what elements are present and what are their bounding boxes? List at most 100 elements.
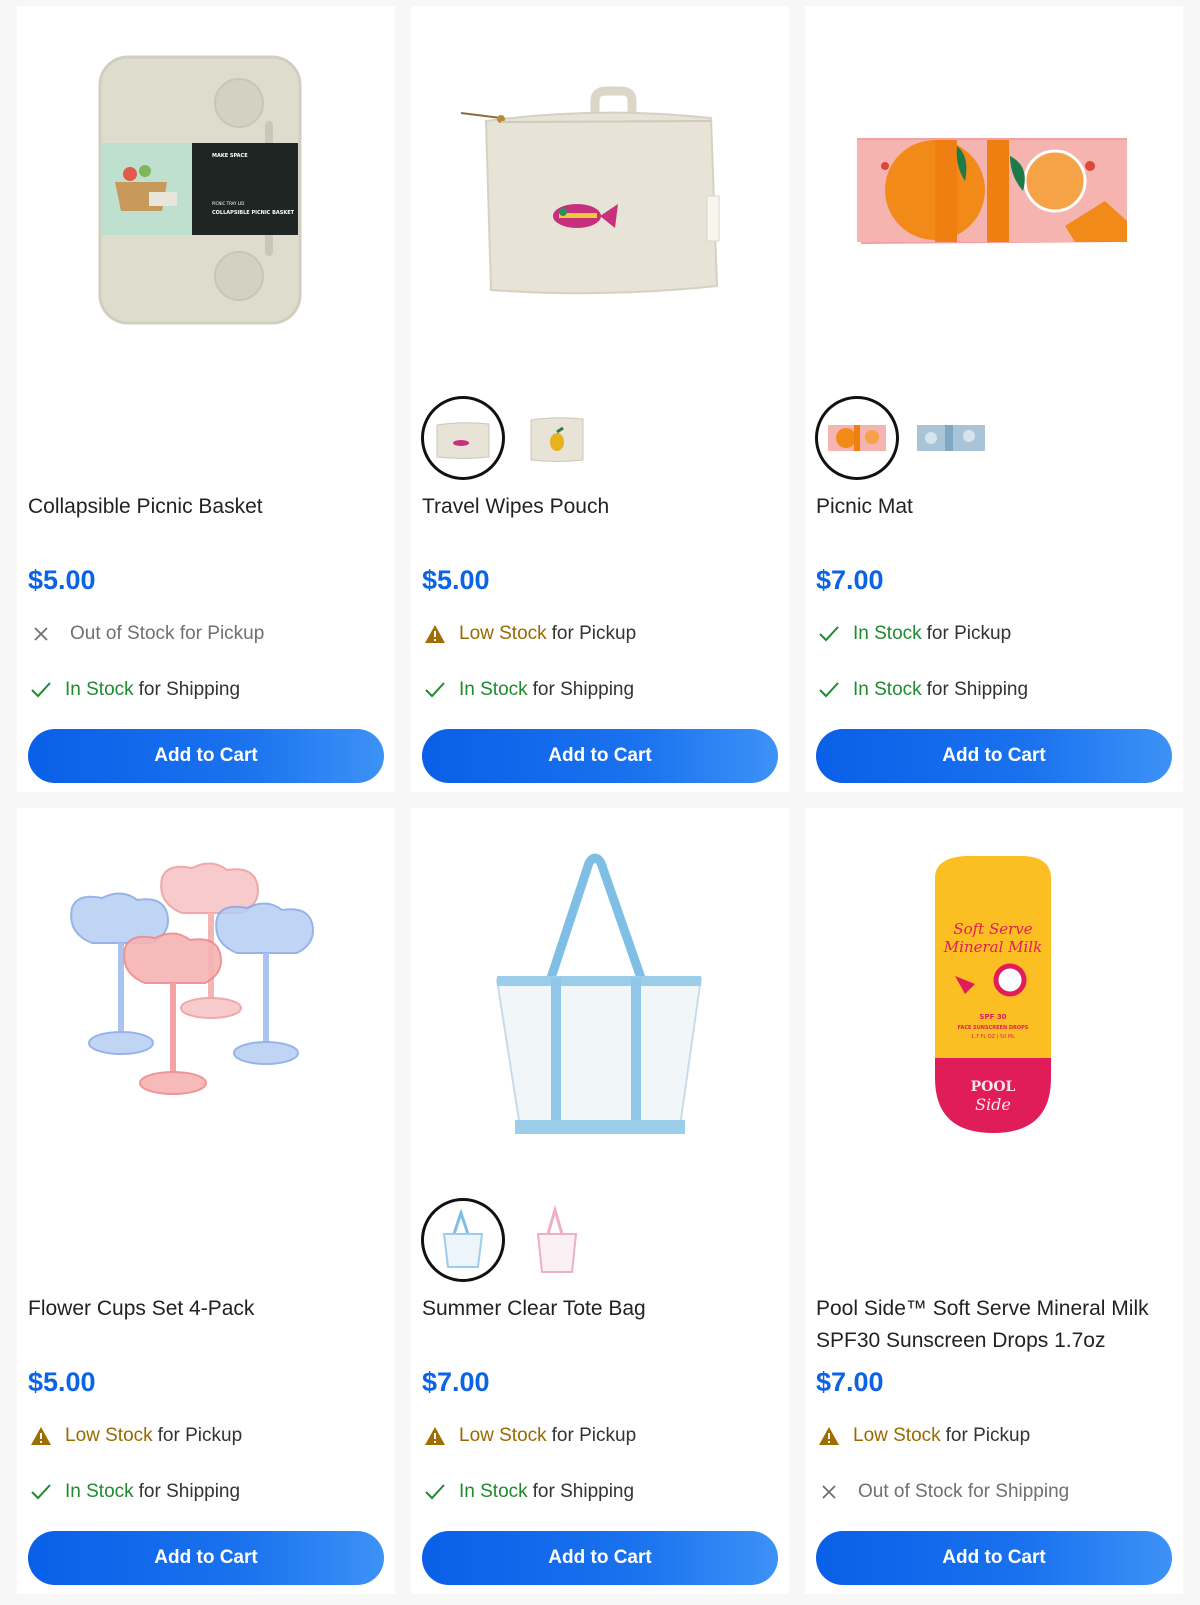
product-grid: MAKE SPACE PICNIC TRAY LID COLLAPSIBLE P… [0,0,1200,1605]
stock-status: Low Stock [459,623,547,644]
bottle-label: SPF 30 [979,1013,1006,1021]
stock-suffix: for Pickup [926,623,1012,644]
product-card: MAKE SPACE PICNIC TRAY LID COLLAPSIBLE P… [17,6,395,792]
product-title[interactable]: Pool Side™ Soft Serve Mineral Milk SPF30… [816,1293,1172,1357]
lemon-pouch-swatch-icon [530,417,584,462]
swatch-option[interactable] [421,396,505,480]
stock-suffix: for Pickup [945,1425,1031,1446]
product-price: $5.00 [28,565,96,595]
bottle-label: Mineral Milk [943,938,1042,956]
checkmark-icon [422,1479,448,1505]
stock-suffix: for Pickup [551,1425,637,1446]
stock-status: In Stock [853,679,922,700]
stock-status: Low Stock [853,1425,941,1446]
stock-suffix: for Pickup [551,623,637,644]
blue-tote-swatch-icon [442,1209,484,1268]
product-card: Travel Wipes Pouch $5.00 Low Stock for P… [411,6,789,792]
warning-icon [816,1423,842,1449]
shipping-availability: In Stock for Shipping [28,675,240,705]
checkmark-icon [816,677,842,703]
product-image[interactable] [17,808,395,1178]
checkmark-icon [28,677,54,703]
checkmark-icon [816,621,842,647]
close-icon [28,621,54,647]
shipping-availability: In Stock for Shipping [422,1477,634,1507]
pickup-availability: In Stock for Pickup [816,619,1011,649]
product-price: $7.00 [816,1367,884,1397]
add-to-cart-button[interactable]: Add to Cart [422,1531,778,1585]
color-swatches [421,396,599,480]
product-image[interactable] [805,6,1183,376]
product-image[interactable] [411,808,789,1178]
add-to-cart-button[interactable]: Add to Cart [816,1531,1172,1585]
stock-suffix: for Shipping [926,679,1029,700]
stock-suffix: Out of Stock for Pickup [70,623,265,644]
add-to-cart-button[interactable]: Add to Cart [816,729,1172,783]
add-to-cart-button[interactable]: Add to Cart [28,1531,384,1585]
product-title[interactable]: Travel Wipes Pouch [422,491,778,523]
pink-tote-swatch-icon [536,1204,578,1273]
fish-pouch-swatch-icon [436,422,490,459]
product-image[interactable]: Soft Serve Mineral Milk SPF 30 FACE SUNS… [805,808,1183,1178]
product-price: $7.00 [816,565,884,595]
stock-status: Low Stock [459,1425,547,1446]
product-title[interactable]: Flower Cups Set 4-Pack [28,1293,384,1325]
shipping-availability: In Stock for Shipping [28,1477,240,1507]
stock-suffix: for Shipping [138,1481,241,1502]
package-label: MAKE SPACE [212,153,248,159]
stock-status: In Stock [65,1481,134,1502]
product-card: Picnic Mat $7.00 In Stock for Pickup In … [805,6,1183,792]
warning-icon [28,1423,54,1449]
warning-icon [422,621,448,647]
shipping-availability: In Stock for Shipping [422,675,634,705]
stock-suffix: for Shipping [138,679,241,700]
pickup-availability: Out of Stock for Pickup [28,619,264,649]
stock-suffix: for Shipping [532,1481,635,1502]
bottle-brand: POOL [971,1079,1016,1095]
shipping-availability: Out of Stock for Shipping [816,1477,1069,1507]
color-swatches [815,396,993,480]
pickup-availability: Low Stock for Pickup [422,619,636,649]
swatch-option[interactable] [515,1198,599,1282]
stock-status: In Stock [459,679,528,700]
stock-status: In Stock [853,623,922,644]
checkmark-icon [28,1479,54,1505]
product-card: Flower Cups Set 4-Pack $5.00 Low Stock f… [17,808,395,1594]
product-title[interactable]: Summer Clear Tote Bag [422,1293,778,1325]
warning-icon [422,1423,448,1449]
checkmark-icon [422,677,448,703]
product-title[interactable]: Picnic Mat [816,491,1172,523]
package-label: COLLAPSIBLE PICNIC BASKET [212,210,295,216]
swatch-option[interactable] [515,396,599,480]
stock-status: In Stock [459,1481,528,1502]
stock-suffix: Out of Stock for Shipping [858,1481,1070,1502]
pickup-availability: Low Stock for Pickup [422,1421,636,1451]
product-price: $5.00 [422,565,490,595]
product-card: Soft Serve Mineral Milk SPF 30 FACE SUNS… [805,808,1183,1594]
product-image[interactable]: MAKE SPACE PICNIC TRAY LID COLLAPSIBLE P… [17,6,395,376]
product-price: $5.00 [28,1367,96,1397]
pickup-availability: Low Stock for Pickup [816,1421,1030,1451]
swatch-option[interactable] [421,1198,505,1282]
add-to-cart-button[interactable]: Add to Cart [28,729,384,783]
pickup-availability: Low Stock for Pickup [28,1421,242,1451]
product-image[interactable] [411,6,789,376]
bottle-label: Soft Serve [953,920,1032,938]
bottle-brand: Side [975,1095,1011,1114]
swatch-option[interactable] [815,396,899,480]
product-card: Summer Clear Tote Bag $7.00 Low Stock fo… [411,808,789,1594]
stock-suffix: for Pickup [157,1425,243,1446]
stock-status: In Stock [65,679,134,700]
close-icon [816,1479,842,1505]
bottle-label: 1.7 FL OZ | 50 ML [971,1034,1015,1040]
product-title[interactable]: Collapsible Picnic Basket [28,491,384,523]
color-swatches [421,1198,599,1282]
swatch-option[interactable] [909,396,993,480]
bottle-label: FACE SUNSCREEN DROPS [958,1025,1029,1031]
add-to-cart-button[interactable]: Add to Cart [422,729,778,783]
blue-mat-swatch-icon [917,425,985,451]
shipping-availability: In Stock for Shipping [816,675,1028,705]
product-price: $7.00 [422,1367,490,1397]
stock-status: Low Stock [65,1425,153,1446]
package-label: PICNIC TRAY LID [212,201,244,206]
